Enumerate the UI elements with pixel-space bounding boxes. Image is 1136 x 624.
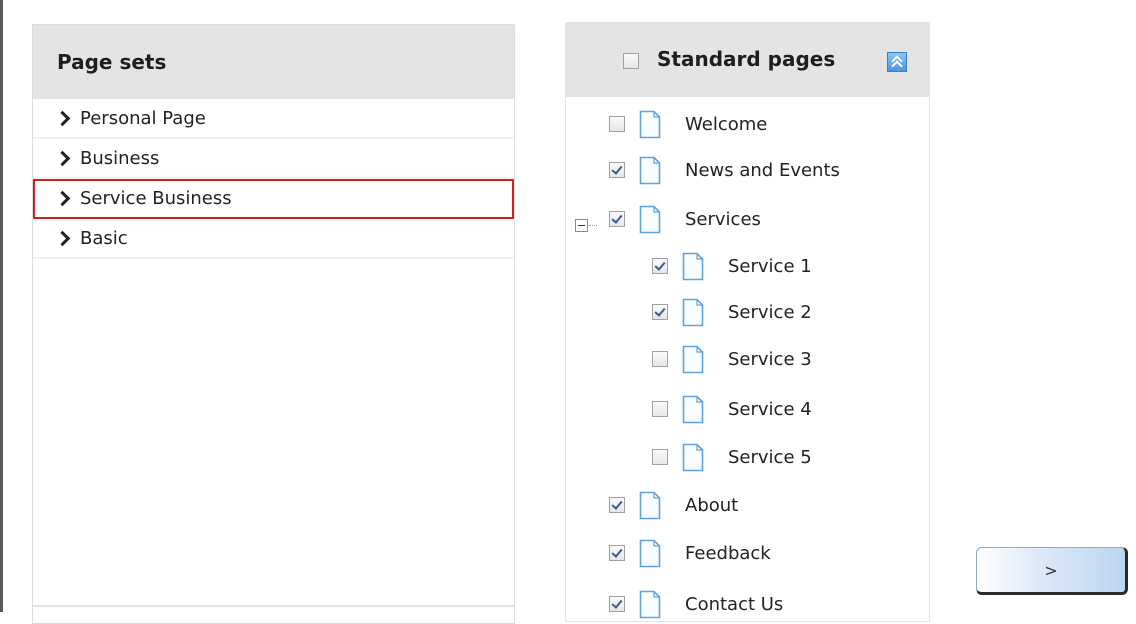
tree-item-service-2[interactable]: Service 2: [652, 292, 812, 332]
tree-item-about[interactable]: About: [609, 485, 738, 525]
page-checkbox[interactable]: [652, 258, 668, 274]
document-icon: [682, 345, 704, 374]
standard-pages-header: Standard pages: [566, 23, 929, 97]
page-label: Service 1: [728, 255, 812, 277]
next-button[interactable]: >: [976, 547, 1128, 595]
page-set-label: Personal Page: [80, 107, 206, 129]
chevron-right-icon: [54, 230, 71, 246]
page-label: About: [685, 494, 739, 516]
page-checkbox[interactable]: [652, 304, 668, 320]
page-label: Feedback: [685, 542, 771, 564]
tree-item-service-3[interactable]: Service 3: [652, 339, 812, 379]
page-sets-list: Personal Page Business Service Business …: [33, 99, 514, 259]
tree-item-feedback[interactable]: Feedback: [609, 533, 771, 573]
document-icon: [639, 110, 661, 139]
page-checkbox[interactable]: [609, 596, 625, 612]
tree-item-welcome[interactable]: Welcome: [609, 104, 767, 144]
page-label: Services: [685, 208, 761, 230]
page-checkbox[interactable]: [652, 449, 668, 465]
page-label: Welcome: [685, 113, 768, 135]
page-set-item-business[interactable]: Business: [33, 139, 514, 179]
document-icon: [682, 395, 704, 424]
tree-item-news-and-events[interactable]: News and Events: [609, 150, 840, 190]
tree-item-service-1[interactable]: Service 1: [652, 246, 812, 286]
page-checkbox[interactable]: [609, 116, 625, 132]
page-label: Service 2: [728, 301, 812, 323]
page-label: Service 3: [728, 348, 812, 370]
document-icon: [639, 590, 661, 619]
page-sets-panel: Page sets Personal Page Business Service…: [32, 24, 515, 624]
document-icon: [639, 205, 661, 234]
page-sets-title: Page sets: [57, 50, 167, 74]
page-label: News and Events: [685, 159, 840, 181]
page-checkbox[interactable]: [609, 545, 625, 561]
panel-footer-divider: [33, 605, 514, 607]
tree-item-contact-us[interactable]: Contact Us: [609, 584, 783, 624]
tree-item-service-5[interactable]: Service 5: [652, 437, 812, 477]
page-sets-header: Page sets: [33, 25, 514, 99]
tree-collapse-toggle[interactable]: [575, 219, 588, 232]
document-icon: [639, 539, 661, 568]
window-left-edge: [0, 0, 3, 612]
page-checkbox[interactable]: [652, 401, 668, 417]
page-checkbox[interactable]: [609, 497, 625, 513]
page-checkbox[interactable]: [609, 162, 625, 178]
tree-item-services[interactable]: Services: [609, 199, 761, 239]
select-all-checkbox[interactable]: [623, 53, 639, 69]
page-set-label: Business: [80, 147, 160, 169]
chevron-right-icon: [54, 110, 71, 126]
tree-connector-line: [589, 225, 597, 226]
page-checkbox[interactable]: [609, 211, 625, 227]
page-set-item-service-business[interactable]: Service Business: [33, 179, 514, 219]
document-icon: [682, 298, 704, 327]
page-set-item-personal-page[interactable]: Personal Page: [33, 99, 514, 139]
standard-pages-title: Standard pages: [657, 47, 836, 71]
document-icon: [639, 156, 661, 185]
page-set-label: Service Business: [80, 187, 232, 209]
document-icon: [639, 491, 661, 520]
page-set-item-basic[interactable]: Basic: [33, 219, 514, 259]
document-icon: [682, 443, 704, 472]
chevron-right-icon: [54, 150, 71, 166]
page-label: Service 4: [728, 398, 812, 420]
tree-item-service-4[interactable]: Service 4: [652, 389, 812, 429]
page-set-label: Basic: [80, 227, 128, 249]
chevron-right-icon: [54, 190, 71, 206]
page-label: Contact Us: [685, 593, 784, 615]
double-chevron-up-icon[interactable]: [887, 52, 907, 72]
page-label: Service 5: [728, 446, 812, 468]
page-checkbox[interactable]: [652, 351, 668, 367]
standard-pages-panel: Standard pages Welcome News and Events S…: [565, 22, 930, 622]
document-icon: [682, 252, 704, 281]
